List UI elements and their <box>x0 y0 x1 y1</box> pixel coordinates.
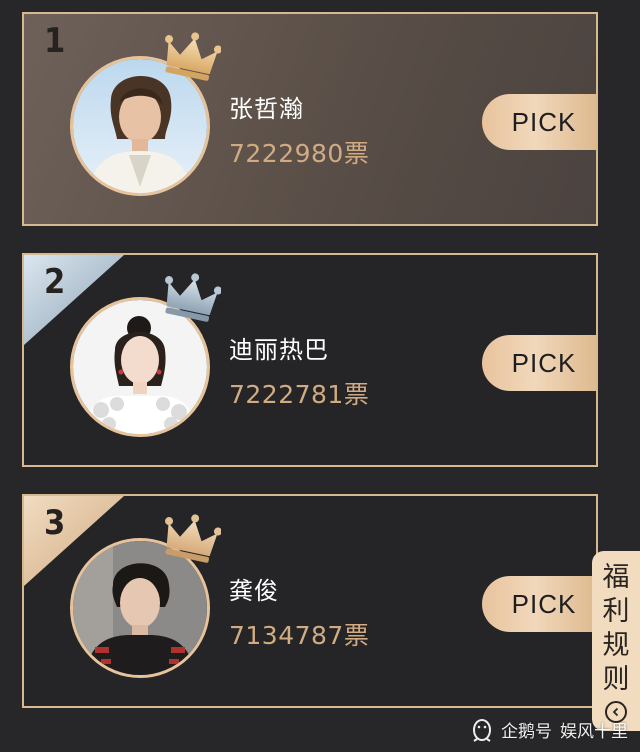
watermark: 企鹅号 娱风十里 <box>471 717 628 742</box>
benefit-rules-tab[interactable]: 福 利 规 则 <box>592 551 640 731</box>
rules-char: 福 <box>602 562 630 593</box>
star-name: 龚俊 <box>229 577 279 605</box>
vote-count: 7222781票 <box>229 380 370 409</box>
rules-char: 利 <box>602 596 630 627</box>
rules-char: 则 <box>602 664 630 695</box>
vote-count: 7134787票 <box>229 621 370 650</box>
gold-crown-icon <box>165 32 221 81</box>
silver-crown-icon <box>165 273 221 322</box>
watermark-author: 娱风十里 <box>560 722 628 742</box>
rank-card-1: 1 张哲瀚 7222980票 PICK <box>22 12 598 226</box>
rules-char: 规 <box>602 630 630 661</box>
rank-number: 2 <box>44 262 66 302</box>
penguin-logo-icon <box>473 718 491 742</box>
bronze-crown-icon <box>165 514 221 563</box>
pick-button[interactable]: PICK <box>482 335 596 391</box>
rank-number: 1 <box>44 21 66 61</box>
rank-card-3: 3 龚俊 7134787票 PICK <box>22 494 598 708</box>
star-name: 张哲瀚 <box>229 95 304 123</box>
rank-card-2: 2 迪丽热巴 7222781票 PICK <box>22 253 598 467</box>
vote-count: 7222980票 <box>229 139 370 168</box>
watermark-source: 企鹅号 <box>501 722 552 742</box>
rank-number: 3 <box>44 503 66 543</box>
star-name: 迪丽热巴 <box>229 336 329 364</box>
pick-button[interactable]: PICK <box>482 576 596 632</box>
pick-button[interactable]: PICK <box>482 94 596 150</box>
